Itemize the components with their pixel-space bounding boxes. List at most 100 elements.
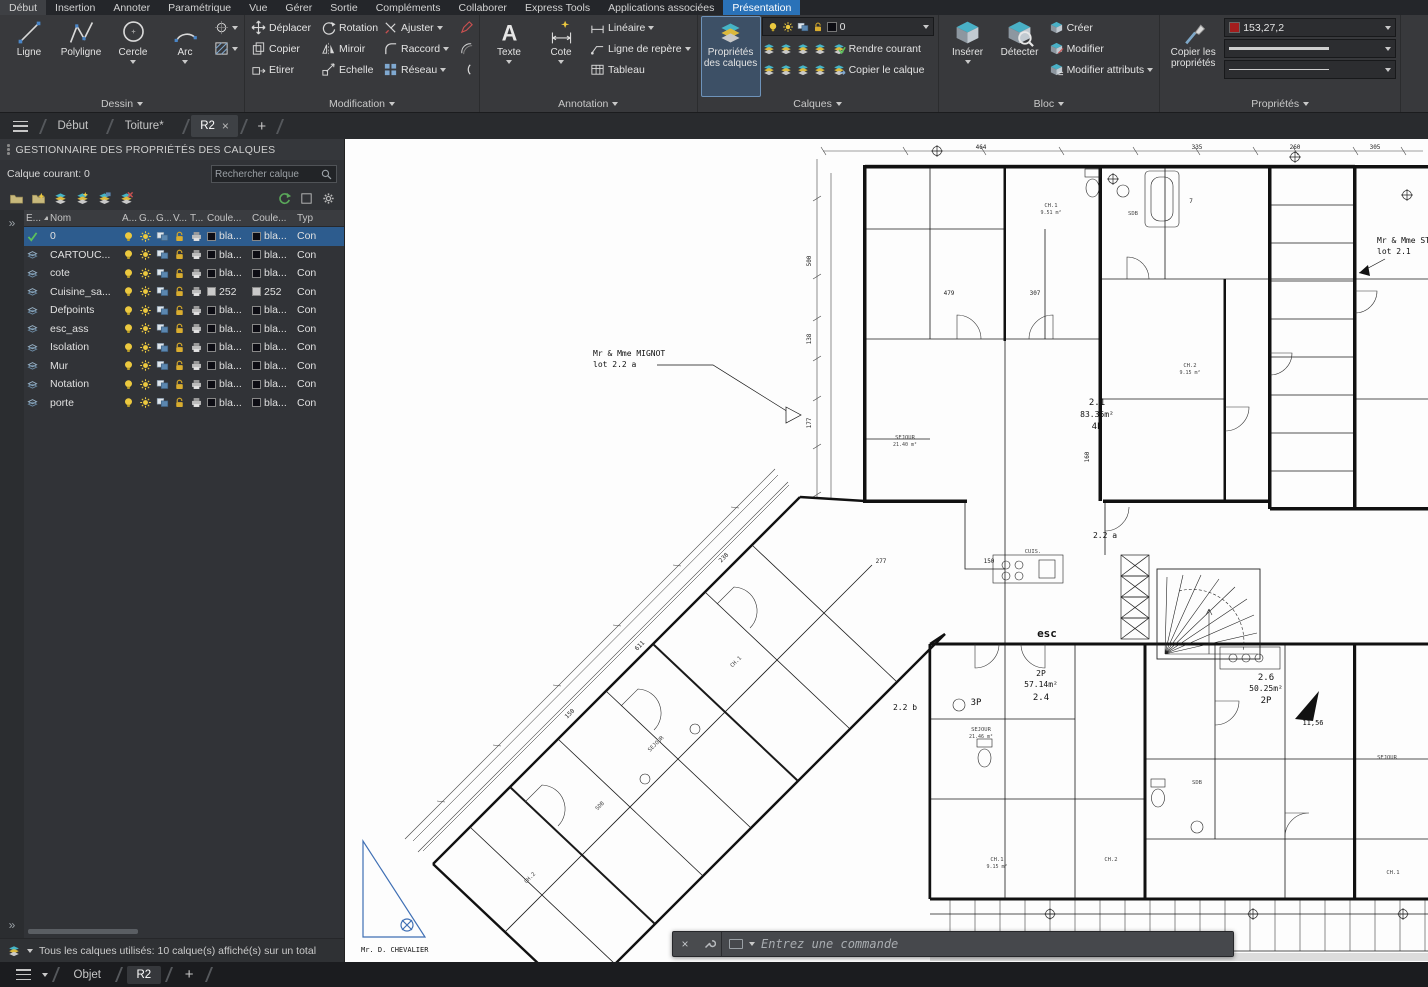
layer-on-toggle[interactable] bbox=[120, 378, 137, 391]
close-icon[interactable]: × bbox=[222, 119, 229, 133]
panel-label-modification[interactable]: Modification bbox=[245, 96, 479, 112]
layer-row[interactable]: porte bla... bla... Con bbox=[24, 394, 344, 413]
layer-vp-freeze-toggle[interactable] bbox=[154, 230, 171, 243]
layer-properties-button[interactable]: Propriétés des calques bbox=[702, 17, 760, 96]
create-block-button[interactable]: Créer bbox=[1047, 17, 1156, 38]
mirror-button[interactable]: Miroir bbox=[319, 38, 381, 59]
layer-lock-toggle[interactable] bbox=[171, 230, 188, 243]
new-layer-vp-button[interactable] bbox=[95, 189, 113, 207]
text-button[interactable]: A Texte bbox=[484, 17, 534, 96]
expand-bottom-button[interactable]: » bbox=[9, 918, 16, 932]
layer-row[interactable]: esc_ass bla... bla... Con bbox=[24, 320, 344, 339]
ribbon-tab[interactable]: Compléments bbox=[367, 0, 450, 15]
column-header[interactable]: Coule... bbox=[250, 213, 295, 224]
layer-tool-icon[interactable] bbox=[762, 63, 776, 77]
color-dropdown[interactable]: 153,27,2 bbox=[1224, 18, 1396, 37]
layer-plot-toggle[interactable] bbox=[188, 248, 205, 261]
layer-tool-icon[interactable] bbox=[813, 63, 827, 77]
settings-button[interactable] bbox=[319, 189, 337, 207]
layer-vp-color-cell[interactable]: bla... bbox=[250, 230, 295, 242]
layer-freeze-toggle[interactable] bbox=[137, 396, 154, 409]
layer-plot-toggle[interactable] bbox=[188, 285, 205, 298]
layer-lock-toggle[interactable] bbox=[171, 378, 188, 391]
layer-freeze-toggle[interactable] bbox=[137, 230, 154, 243]
layer-linetype-cell[interactable]: Con bbox=[295, 304, 327, 316]
layer-panel-title-bar[interactable]: GESTIONNAIRE DES PROPRIÉTÉS DES CALQUES bbox=[0, 139, 344, 160]
column-header[interactable]: A... bbox=[120, 213, 137, 224]
horizontal-scrollbar[interactable] bbox=[28, 929, 138, 934]
column-header[interactable]: Nom bbox=[48, 213, 120, 224]
layer-vp-color-cell[interactable]: bla... bbox=[250, 360, 295, 372]
ribbon-tab[interactable]: Sortie bbox=[321, 0, 366, 15]
layer-vp-color-cell[interactable]: bla... bbox=[250, 323, 295, 335]
ribbon-tab[interactable]: Paramétrique bbox=[159, 0, 240, 15]
layer-vp-freeze-toggle[interactable] bbox=[154, 248, 171, 261]
floorplan[interactable]: Mr & Mme MIGNOTlot 2.2 aMr & Mme STlot 2… bbox=[345, 139, 1428, 962]
layer-plot-toggle[interactable] bbox=[188, 230, 205, 243]
join-button[interactable] bbox=[457, 59, 475, 80]
panel-label-bloc[interactable]: Bloc bbox=[939, 96, 1160, 112]
new-layer-button[interactable] bbox=[73, 189, 91, 207]
rotate-button[interactable]: Rotation bbox=[319, 17, 381, 38]
layer-freeze-toggle[interactable] bbox=[137, 304, 154, 317]
match-properties-button[interactable]: Copier les propriétés bbox=[1164, 17, 1222, 96]
layer-lock-toggle[interactable] bbox=[171, 267, 188, 280]
layer-vp-freeze-toggle[interactable] bbox=[154, 304, 171, 317]
layout-tab-r2[interactable]: R2 bbox=[127, 966, 162, 984]
array-button[interactable]: Réseau bbox=[381, 59, 457, 80]
layer-on-toggle[interactable] bbox=[120, 248, 137, 261]
delete-layer-button[interactable] bbox=[117, 189, 135, 207]
scale-button[interactable]: Echelle bbox=[319, 59, 381, 80]
ribbon-tab[interactable]: Gérer bbox=[276, 0, 321, 15]
layer-linetype-cell[interactable]: Con bbox=[295, 286, 327, 298]
layer-plot-toggle[interactable] bbox=[188, 322, 205, 335]
layer-freeze-toggle[interactable] bbox=[137, 359, 154, 372]
model-tab[interactable]: Objet bbox=[64, 966, 112, 984]
edit-attributes-button[interactable]: Modifier attributs bbox=[1047, 59, 1156, 80]
layer-vp-freeze-toggle[interactable] bbox=[154, 285, 171, 298]
line-button[interactable]: Ligne bbox=[4, 17, 54, 96]
drawing-canvas[interactable]: Mr & Mme MIGNOTlot 2.2 aMr & Mme STlot 2… bbox=[345, 139, 1428, 962]
drawing-tab[interactable]: Toiture* bbox=[116, 116, 180, 136]
layer-plot-toggle[interactable] bbox=[188, 359, 205, 372]
layer-freeze-toggle[interactable] bbox=[137, 267, 154, 280]
layer-color-cell[interactable]: bla... bbox=[205, 304, 250, 316]
layer-color-cell[interactable]: bla... bbox=[205, 397, 250, 409]
command-input[interactable] bbox=[761, 937, 1226, 951]
move-button[interactable]: Déplacer bbox=[249, 17, 319, 38]
trim-button[interactable]: Ajuster bbox=[381, 17, 457, 38]
layer-on-toggle[interactable] bbox=[120, 396, 137, 409]
panel-label-proprietes[interactable]: Propriétés bbox=[1160, 96, 1400, 112]
make-current-button[interactable]: Rendre courant bbox=[830, 38, 923, 59]
layer-row[interactable]: Isolation bla... bla... Con bbox=[24, 338, 344, 357]
layer-color-cell[interactable]: bla... bbox=[205, 249, 250, 261]
layer-vp-freeze-toggle[interactable] bbox=[154, 396, 171, 409]
layer-vp-color-cell[interactable]: bla... bbox=[250, 397, 295, 409]
copy-layer-button[interactable]: Copier le calque bbox=[830, 59, 927, 80]
layer-lock-toggle[interactable] bbox=[171, 285, 188, 298]
layer-lock-toggle[interactable] bbox=[171, 304, 188, 317]
layer-lock-toggle[interactable] bbox=[171, 341, 188, 354]
layer-states-button[interactable] bbox=[51, 189, 69, 207]
expand-top-button[interactable]: » bbox=[9, 216, 16, 230]
column-header[interactable]: E... bbox=[24, 213, 48, 224]
polyline-button[interactable]: Polyligne bbox=[56, 17, 106, 96]
close-icon[interactable]: × bbox=[673, 932, 697, 956]
layer-row[interactable]: Mur bla... bla... Con bbox=[24, 357, 344, 376]
menu-icon[interactable] bbox=[13, 121, 28, 132]
layer-lock-toggle[interactable] bbox=[171, 248, 188, 261]
insert-block-button[interactable]: Insérer bbox=[943, 17, 993, 96]
layer-on-toggle[interactable] bbox=[120, 285, 137, 298]
ribbon-tab[interactable]: Présentation bbox=[723, 0, 800, 15]
layer-on-toggle[interactable] bbox=[120, 341, 137, 354]
layer-color-cell[interactable]: bla... bbox=[205, 230, 250, 242]
layer-plot-toggle[interactable] bbox=[188, 341, 205, 354]
new-property-filter-button[interactable] bbox=[7, 189, 25, 207]
layer-tool-icon[interactable] bbox=[796, 63, 810, 77]
edit-block-button[interactable]: Modifier bbox=[1047, 38, 1156, 59]
layer-row[interactable]: Notation bla... bla... Con bbox=[24, 375, 344, 394]
detect-button[interactable]: Détecter bbox=[995, 17, 1045, 96]
layer-vp-freeze-toggle[interactable] bbox=[154, 322, 171, 335]
isolate-button[interactable] bbox=[297, 189, 315, 207]
ribbon-tab[interactable]: Express Tools bbox=[516, 0, 599, 15]
